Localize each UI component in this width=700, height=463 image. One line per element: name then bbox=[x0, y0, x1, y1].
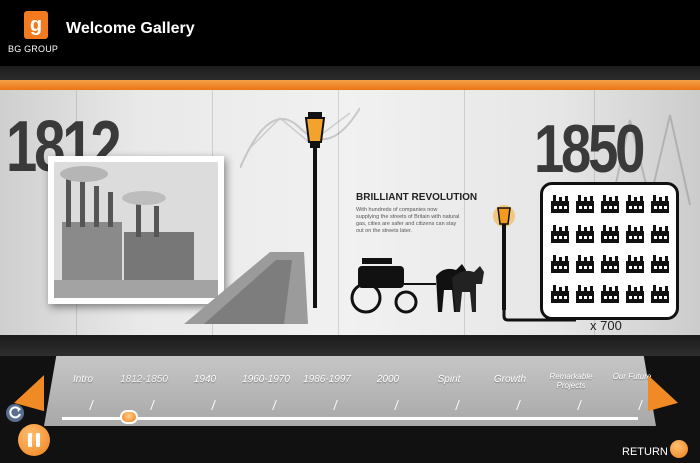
timeline-slider-knob[interactable] bbox=[120, 410, 138, 424]
company-name: BG GROUP bbox=[8, 44, 59, 54]
horse-carriage-icon bbox=[350, 258, 484, 314]
year-right: 1850 bbox=[534, 111, 645, 187]
timeline-era-growth[interactable]: Growth bbox=[479, 374, 541, 385]
factory-icon bbox=[626, 225, 644, 243]
timeline-era-1812-1850[interactable]: 1812-1850 bbox=[113, 374, 175, 385]
factory-icon bbox=[626, 195, 644, 213]
return-button[interactable]: RETURN bbox=[622, 446, 668, 458]
gas-lamp-icon bbox=[493, 205, 515, 310]
pause-icon[interactable] bbox=[18, 424, 50, 456]
factory-icon bbox=[576, 195, 594, 213]
cobblestone-street bbox=[184, 252, 308, 324]
factory-icon bbox=[551, 255, 569, 273]
timeline-era-1940[interactable]: 1940 bbox=[174, 374, 236, 385]
timeline-era-remarkable-projects[interactable]: Remarkable Projects bbox=[540, 372, 602, 390]
app-header: g BG GROUP Welcome Gallery bbox=[0, 0, 700, 66]
timeline-era-intro[interactable]: Intro bbox=[52, 374, 114, 385]
factory-icon bbox=[601, 225, 619, 243]
factory-icon bbox=[651, 195, 669, 213]
timeline-nav: Intro 1812-1850 1940 1960-1970 1986-1997 2000… bbox=[0, 356, 700, 463]
gas-lamp-icon bbox=[304, 112, 326, 308]
refresh-icon[interactable] bbox=[6, 404, 24, 422]
timeline-era-2000[interactable]: 2000 bbox=[357, 374, 419, 385]
gallery-stage: 1812 1850 BRILLIANT REVOLUTION With hund… bbox=[0, 66, 700, 356]
factory-icon bbox=[651, 255, 669, 273]
return-icon[interactable] bbox=[670, 440, 688, 458]
factory-icon bbox=[576, 285, 594, 303]
factory-grid bbox=[540, 182, 679, 320]
background-sketch bbox=[240, 107, 360, 169]
factory-icon bbox=[551, 285, 569, 303]
gallery-floor bbox=[0, 335, 700, 356]
factory-icon bbox=[576, 225, 594, 243]
timeline-era-1986-1997[interactable]: 1986-1997 bbox=[296, 374, 358, 385]
panel-title: BRILLIANT REVOLUTION bbox=[356, 192, 478, 203]
factory-icon bbox=[651, 285, 669, 303]
factory-icon bbox=[626, 285, 644, 303]
factory-icon bbox=[576, 255, 594, 273]
factory-icon bbox=[551, 195, 569, 213]
factory-icon bbox=[601, 255, 619, 273]
factory-icon bbox=[551, 225, 569, 243]
panel-description: With hundreds of companies now supplying… bbox=[356, 207, 460, 234]
factory-count: x 700 bbox=[590, 318, 622, 333]
timeline-era-spirit[interactable]: Spirit bbox=[418, 374, 480, 385]
factory-grid-icons bbox=[551, 195, 669, 303]
factory-icon bbox=[601, 195, 619, 213]
factory-icon bbox=[651, 225, 669, 243]
timeline-track[interactable] bbox=[62, 417, 638, 420]
factory-icon bbox=[601, 285, 619, 303]
page-title: Welcome Gallery bbox=[66, 20, 195, 37]
logo-icon: g bbox=[24, 11, 48, 39]
timeline-era-1960-1970[interactable]: 1960-1970 bbox=[235, 374, 297, 385]
factory-icon bbox=[626, 255, 644, 273]
